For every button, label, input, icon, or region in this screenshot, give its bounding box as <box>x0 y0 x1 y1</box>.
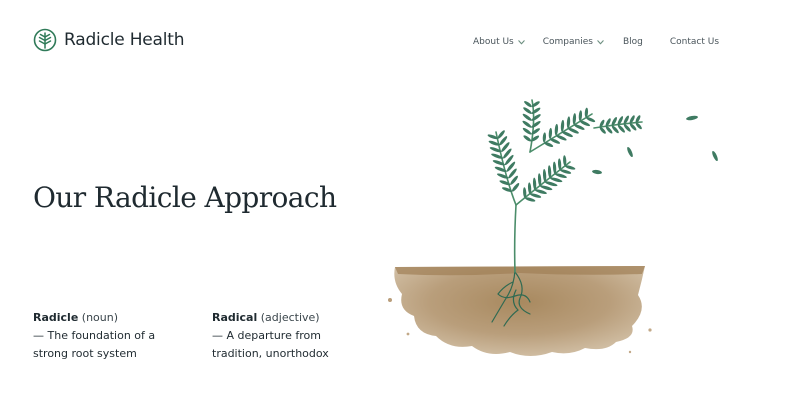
nav-item-label: Blog <box>622 37 643 47</box>
leaflet <box>579 120 591 127</box>
leaflet <box>530 193 542 198</box>
definition-part-of-speech: (adjective) <box>260 311 320 324</box>
leaflet <box>599 127 606 134</box>
leaf-logo-icon <box>33 28 57 52</box>
definition-radicle: Radicle (noun) — The foundation of a str… <box>33 309 203 363</box>
falling-leaves <box>592 115 718 175</box>
seedling-in-soil-illustration <box>388 99 718 356</box>
definition-term: Radicle <box>33 311 79 324</box>
nav-item-contact-us[interactable]: Contact Us <box>670 37 719 47</box>
leaflet <box>522 127 532 135</box>
leaflet <box>585 117 596 123</box>
nav-item-label: About Us <box>473 37 514 47</box>
leaflet <box>534 189 547 195</box>
leaflet <box>531 121 541 128</box>
leaflet <box>549 138 561 144</box>
leaflet <box>523 107 532 114</box>
leaflet <box>522 120 532 128</box>
definition-text-line: tradition, unorthodox <box>212 347 329 360</box>
page-title: Our Radicle Approach <box>33 181 337 214</box>
nav-item-companies[interactable]: Companies <box>543 37 604 47</box>
leaflet <box>560 169 572 174</box>
definition-text-line: — A departure from <box>212 329 321 342</box>
leaflet <box>560 119 565 132</box>
leaflet <box>531 114 541 121</box>
nav-item-label: Contact Us <box>669 37 720 47</box>
nav-item-blog[interactable]: Blog <box>623 37 643 47</box>
definition-text-line: — The foundation of a <box>33 329 156 342</box>
leaflet <box>542 132 547 143</box>
leaflet <box>548 127 553 139</box>
site-header: Radicle Health About Us Companies Blog C… <box>0 0 800 84</box>
leaflet <box>566 116 571 129</box>
main-nav: About Us Companies Blog Contact Us <box>473 35 719 49</box>
nav-item-about-us[interactable]: About Us <box>473 37 525 47</box>
chevron-down-icon <box>597 39 604 44</box>
nav-item-label: Companies <box>542 37 593 47</box>
definition-text-line: strong root system <box>33 347 137 360</box>
leaflet <box>524 101 532 108</box>
definition-radical: Radical (adjective) — A departure from t… <box>212 309 382 363</box>
leaflet <box>544 181 558 187</box>
leaflet <box>550 177 563 183</box>
brand-logo[interactable]: Radicle Health <box>33 28 185 52</box>
leaflet <box>543 141 554 148</box>
brand-name: Radicle Health <box>64 30 185 50</box>
leaflet <box>540 185 553 191</box>
leaflet <box>523 135 532 142</box>
definition-term: Radical <box>212 311 258 324</box>
definition-part-of-speech: (noun) <box>81 311 119 324</box>
chevron-down-icon <box>518 39 525 44</box>
leaflet <box>531 128 541 135</box>
leaflet <box>554 173 567 179</box>
leaflet <box>522 113 532 121</box>
leaflet <box>554 123 559 136</box>
